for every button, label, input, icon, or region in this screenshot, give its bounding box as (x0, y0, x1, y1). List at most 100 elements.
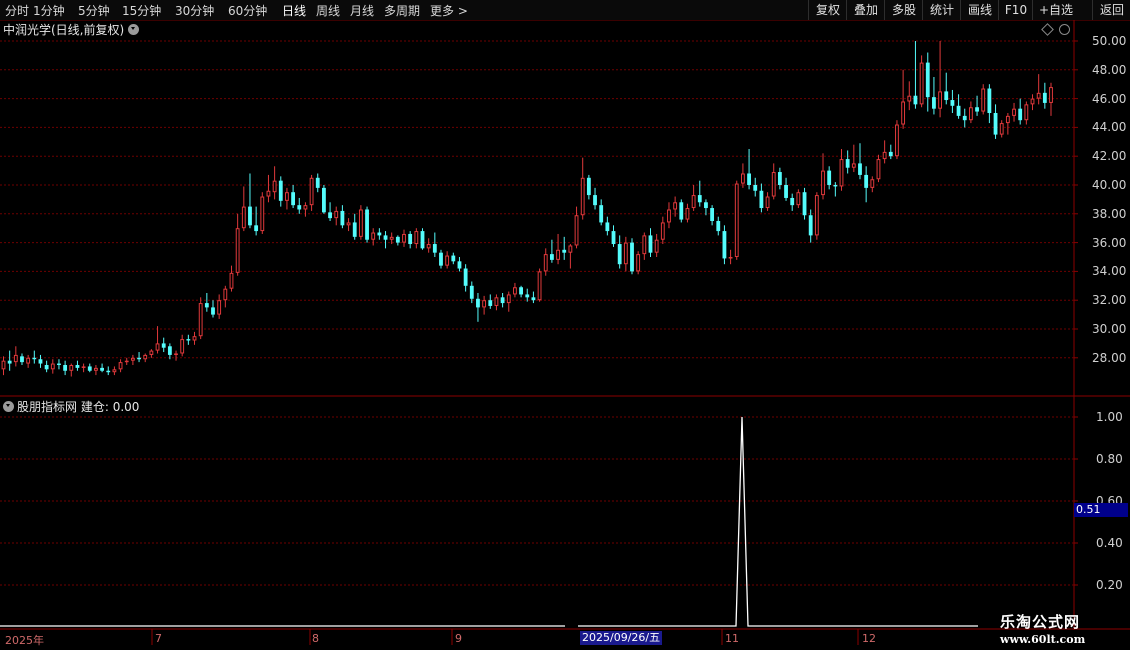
candle-body (143, 354, 148, 360)
candle-body (741, 173, 745, 184)
candle-body (777, 172, 782, 185)
candle-body (784, 185, 788, 198)
candle-body (38, 359, 43, 364)
indicator-current-value: 0.51 (1074, 503, 1128, 517)
restore-right-button[interactable]: 复权 (808, 0, 847, 20)
indicator-dropdown-icon[interactable] (3, 401, 14, 412)
candle-body (186, 339, 191, 341)
candle-body (944, 91, 949, 101)
candle-body (839, 159, 844, 187)
candle-body (864, 174, 869, 188)
candle-body (44, 365, 49, 370)
candle-body (260, 196, 265, 232)
tab-period-weekly[interactable]: 周线 (316, 2, 340, 19)
back-button[interactable]: 返回 (1092, 0, 1130, 20)
candle-body (685, 208, 690, 220)
candle-body (174, 353, 178, 355)
candle-body (229, 272, 234, 289)
candle-body (716, 221, 721, 232)
multi-stock-button[interactable]: 多股 (884, 0, 923, 20)
candle-body (833, 185, 838, 187)
candle-body (667, 209, 671, 223)
candle-body (463, 268, 468, 286)
overlay-button[interactable]: 叠加 (846, 0, 885, 20)
candle-body (272, 180, 277, 193)
candle-body (494, 297, 499, 306)
candle-body (57, 363, 61, 365)
indicator-tick-label: 0.40 (1096, 536, 1123, 550)
candle-body (476, 298, 480, 308)
candle-body (827, 170, 832, 185)
candle-body (155, 343, 160, 351)
candle-body (87, 366, 92, 371)
candle-body (81, 366, 86, 368)
candle-body (395, 236, 400, 243)
candle-body (328, 212, 332, 219)
candle-body (167, 346, 172, 355)
candle-body (932, 97, 936, 109)
price-tick-label: 36.00 (1092, 235, 1127, 250)
date-label-9: 9 (455, 632, 462, 645)
candle-body (192, 336, 197, 341)
tab-period-60min[interactable]: 60分钟 (228, 2, 267, 19)
candle-body (981, 88, 986, 112)
candle-body (13, 354, 18, 363)
candle-body (124, 360, 129, 363)
candle-body (549, 254, 554, 260)
stock-title: 中润光学(日线,前复权) (3, 23, 125, 37)
price-tick-label: 34.00 (1092, 264, 1127, 279)
candle-body (383, 235, 388, 240)
kline-chart[interactable] (0, 20, 1130, 650)
candle-body (796, 192, 801, 206)
candle-body (235, 228, 240, 273)
candle-body (248, 206, 252, 226)
statistics-button[interactable]: 统计 (922, 0, 961, 20)
tab-period-1min[interactable]: 1分钟 (33, 2, 65, 19)
candle-body (32, 357, 37, 360)
candle-body (482, 300, 487, 308)
tab-period-fenshi[interactable]: 分时 (5, 2, 29, 19)
candle-body (408, 233, 413, 245)
candle-body (858, 163, 862, 175)
tab-period-30min[interactable]: 30分钟 (175, 2, 214, 19)
add-watchlist-button[interactable]: +自选 (1032, 0, 1079, 20)
candle-body (20, 356, 24, 363)
tab-period-5min[interactable]: 5分钟 (78, 2, 110, 19)
candle-body (543, 254, 548, 272)
candle-body (623, 242, 628, 265)
chevron-right-icon: > (457, 4, 468, 18)
candle-body (531, 297, 536, 301)
candle-body (888, 151, 893, 157)
date-label-2025: 2025年 (5, 634, 44, 647)
candle-body (1042, 92, 1047, 103)
circle-icon[interactable] (1059, 24, 1070, 35)
candle-body (118, 362, 123, 370)
candle-body (26, 357, 31, 364)
candle-body (1030, 98, 1035, 105)
more-menu[interactable]: 更多 > (430, 2, 468, 19)
tab-period-daily[interactable]: 日线 (282, 2, 306, 19)
candle-body (586, 177, 591, 196)
dropdown-circle-icon[interactable] (128, 24, 140, 35)
candle-body (642, 235, 647, 255)
tab-period-multi[interactable]: 多周期 (384, 2, 420, 19)
candle-body (1049, 87, 1053, 103)
tab-period-15min[interactable]: 15分钟 (122, 2, 161, 19)
candle-body (439, 252, 443, 266)
f10-button[interactable]: F10 (998, 0, 1033, 20)
candle-body (389, 236, 394, 240)
tab-period-monthly[interactable]: 月线 (350, 2, 374, 19)
watermark-title: 乐淘公式网 (1000, 613, 1081, 631)
candle-body (513, 287, 517, 295)
draw-line-button[interactable]: 画线 (960, 0, 999, 20)
price-tick-label: 32.00 (1092, 293, 1127, 308)
candle-body (426, 244, 431, 249)
candle-body (993, 113, 998, 135)
candle-body (285, 192, 289, 201)
candle-body (358, 209, 363, 237)
candle-body (925, 62, 930, 98)
candle-body (402, 233, 406, 243)
candle-body (697, 195, 702, 203)
candle-body (950, 100, 955, 106)
candle-body (1036, 92, 1041, 99)
